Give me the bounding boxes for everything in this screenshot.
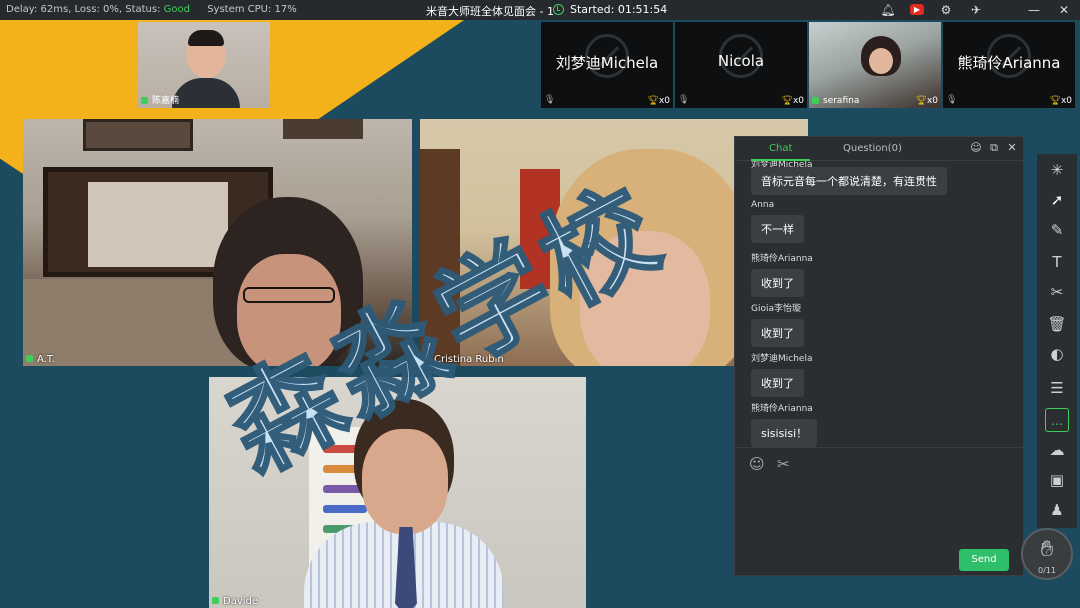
select-move-icon[interactable]: ➚: [1045, 188, 1069, 212]
message-sender: Anna: [751, 200, 775, 210]
participant-name: 刘梦迪Michela: [555, 54, 659, 72]
message-bubble: 音标元音每一个都说清楚，有连贯性: [751, 167, 947, 195]
network-stats: Delay: 62ms, Loss: 0%, Status: Good Syst…: [6, 4, 297, 15]
trophy-count: 🏆︎x0: [781, 96, 805, 106]
pen-icon[interactable]: ✎: [1045, 218, 1069, 242]
chat-message: Anna 不一样: [751, 200, 804, 243]
chat-input[interactable]: ☺ ✂ Send: [735, 447, 1023, 577]
users-icon[interactable]: ♟: [1045, 498, 1069, 522]
tab-question[interactable]: Question(0): [843, 143, 902, 154]
pin-icon[interactable]: ✈: [968, 2, 984, 18]
participant-name: Cristina Rubin: [434, 354, 504, 365]
message-sender: 刘梦迪Michela: [751, 354, 813, 364]
trophy-count: 🏆︎x0: [915, 96, 939, 106]
mic-icon: [212, 597, 219, 604]
chat-message: 刘梦迪Michela 收到了: [751, 351, 812, 397]
chat-message: Gioia李怡璇 收到了: [751, 301, 804, 347]
mic-muted-icon: 🎙︎: [678, 95, 690, 105]
trash-icon[interactable]: 🗑︎: [1045, 312, 1069, 336]
stats-text: Delay: 62ms, Loss: 0%, Status:: [6, 4, 161, 15]
mic-muted-icon: 🎙︎: [544, 95, 556, 105]
video-tile-davide[interactable]: Davide: [209, 377, 586, 608]
chat-message: 熊琦伶Arianna 收到了: [751, 251, 813, 297]
more-options-icon[interactable]: ☺: [970, 142, 982, 154]
meeting-title: 米音大师班全体见面会 - 1: [426, 5, 554, 18]
message-bubble: sisisisi！: [751, 419, 818, 447]
record-icon[interactable]: ◐: [1045, 342, 1069, 366]
participant-name: Nicola: [717, 52, 765, 70]
tab-chat[interactable]: Chat: [750, 143, 812, 161]
trophy-icon: 🏆︎: [781, 96, 793, 106]
raise-hand-count: 0/11: [1038, 566, 1056, 575]
participant-name: A.T.: [37, 354, 55, 365]
participant-name: serafina: [823, 96, 860, 106]
trophy-icon: 🏆︎: [647, 96, 659, 106]
self-video-person: [186, 30, 226, 78]
message-sender: 熊琦伶Arianna: [751, 254, 813, 264]
trophy-icon: 🏆︎: [1049, 96, 1061, 106]
laser-pointer-icon[interactable]: ✳: [1045, 158, 1069, 182]
trophy-count: 🏆︎x0: [1049, 96, 1073, 106]
title-bar: Delay: 62ms, Loss: 0%, Status: Good Syst…: [0, 0, 1080, 20]
participant-thumb-nicola[interactable]: Nicola 🎙︎ 🏆︎x0: [675, 22, 807, 108]
youtube-icon[interactable]: ▶: [910, 4, 924, 15]
mic-muted-icon: 🎙︎: [946, 95, 958, 105]
trophy-icon: 🏆︎: [915, 96, 927, 106]
trophy-count: 🏆︎x0: [647, 96, 671, 106]
chat-message: 音标元音每一个都说清楚，有连贯性: [751, 167, 947, 195]
send-button[interactable]: Send: [959, 549, 1009, 571]
clock-icon: [553, 4, 564, 15]
cloud-icon[interactable]: ☁: [1045, 438, 1069, 462]
toolbox-icon[interactable]: ▣: [1045, 468, 1069, 492]
chat-panel: Chat Question(0) ☺ ⧉ ✕ 刘梦迪Michela 音标元音每一…: [734, 136, 1024, 576]
self-video-thumbnail[interactable]: 陈嘉楠: [138, 22, 270, 108]
settings-icon[interactable]: ⚙: [938, 2, 954, 18]
message-sender: 熊琦伶Arianna: [751, 404, 813, 414]
chat-messages: 刘梦迪Michela 音标元音每一个都说清楚，有连贯性 Anna 不一样 熊琦伶…: [735, 161, 1023, 447]
mic-icon: [812, 97, 819, 104]
message-bubble: 收到了: [751, 319, 804, 347]
text-icon[interactable]: T: [1045, 250, 1069, 274]
document-icon[interactable]: ☰: [1045, 376, 1069, 400]
scissors-icon[interactable]: ✂: [777, 455, 790, 473]
message-bubble: 收到了: [751, 269, 804, 297]
status-value: Good: [163, 4, 190, 15]
timer-text: Started: 01:51:54: [570, 3, 668, 16]
session-timer: Started: 01:51:54: [553, 3, 667, 16]
close-chat-icon[interactable]: ✕: [1006, 142, 1018, 154]
whiteboard-toolbar: ✳ ➚ ✎ T ✂ 🗑︎ ◐ ☰ … ☁ ▣ ♟: [1037, 154, 1077, 528]
message-sender: Gioia李怡璇: [751, 304, 801, 314]
chat-tabs: Chat Question(0) ☺ ⧉ ✕: [735, 137, 1023, 161]
chat-message: 熊琦伶Arianna sisisisi！: [751, 401, 818, 447]
chat-icon[interactable]: …: [1045, 408, 1069, 432]
message-bubble: 不一样: [751, 215, 804, 243]
mic-icon: [26, 355, 33, 362]
bell-icon[interactable]: 🔔︎: [880, 2, 896, 18]
video-tile-at[interactable]: A.T.: [23, 119, 412, 366]
mic-icon: [141, 97, 148, 104]
close-icon[interactable]: ✕: [1056, 2, 1072, 18]
emoji-icon[interactable]: ☺: [749, 455, 765, 473]
cpu-usage: System CPU: 17%: [207, 4, 297, 15]
minimize-icon[interactable]: —: [1026, 2, 1042, 18]
self-name-label: 陈嘉楠: [152, 96, 180, 106]
participant-name: 熊琦伶Arianna: [957, 54, 1061, 72]
participant-thumb-arianna[interactable]: 熊琦伶Arianna 🎙︎ 🏆︎x0: [943, 22, 1075, 108]
scissors-icon[interactable]: ✂: [1045, 280, 1069, 304]
participant-thumb-michela[interactable]: 刘梦迪Michela 🎙︎ 🏆︎x0: [541, 22, 673, 108]
popout-icon[interactable]: ⧉: [988, 142, 1000, 154]
video-person: [861, 36, 901, 76]
participant-name: Davide: [223, 596, 259, 607]
raise-hand-button[interactable]: ✋︎ 0/11: [1021, 528, 1073, 580]
hand-icon: ✋︎: [1040, 537, 1054, 562]
participant-thumb-serafina[interactable]: serafina 🏆︎x0: [809, 22, 941, 108]
message-bubble: 收到了: [751, 369, 804, 397]
